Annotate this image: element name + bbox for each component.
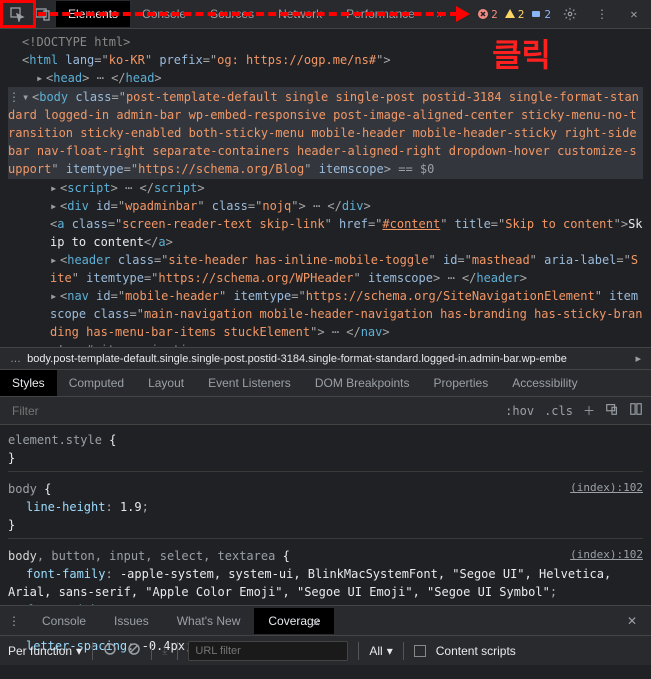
wpadminbar-node[interactable]: ▸<div id="wpadminbar" class="nojq"> ⋯ </… bbox=[8, 197, 643, 215]
divider bbox=[358, 642, 359, 660]
coverage-type-select[interactable]: Per function ▾ bbox=[8, 644, 82, 658]
info-count: 2 bbox=[544, 8, 551, 21]
error-count: 2 bbox=[491, 8, 498, 21]
source-link-1[interactable]: (index):102 bbox=[570, 480, 643, 497]
close-devtools-icon[interactable]: ✕ bbox=[621, 1, 647, 27]
header-node[interactable]: ▸<header class="site-header has-inline-m… bbox=[8, 251, 643, 287]
subtab-styles[interactable]: Styles bbox=[0, 370, 57, 396]
content-scripts-checkbox[interactable] bbox=[414, 645, 426, 657]
drawer-tab-console[interactable]: Console bbox=[28, 608, 100, 634]
content-scripts-label: Content scripts bbox=[436, 644, 516, 658]
subtab-computed[interactable]: Computed bbox=[57, 370, 136, 396]
device-responsive-icon[interactable] bbox=[605, 402, 619, 419]
subtab-event-listeners[interactable]: Event Listeners bbox=[196, 370, 303, 396]
drawer-kebab-icon[interactable]: ⋮ bbox=[0, 614, 28, 628]
body-node-selected[interactable]: ⋮▾<body class="post-template-default sin… bbox=[8, 87, 643, 179]
coverage-filter-select[interactable]: All ▾ bbox=[369, 644, 392, 658]
styles-panel[interactable]: element.style { } (index):102 body { lin… bbox=[0, 425, 651, 605]
divider bbox=[177, 642, 178, 660]
cls-toggle[interactable]: .cls bbox=[544, 404, 573, 418]
subtab-dom-breakpoints[interactable]: DOM Breakpoints bbox=[303, 370, 422, 396]
coverage-tab-close-icon[interactable]: × bbox=[312, 614, 320, 630]
drawer-tabs: ⋮ Console Issues What's New Coverage × ✕ bbox=[0, 605, 651, 635]
element-style-rule[interactable]: element.style { } bbox=[8, 431, 643, 472]
coverage-url-filter[interactable] bbox=[188, 641, 348, 661]
clear-icon[interactable] bbox=[127, 642, 141, 659]
chevron-down-icon: ▾ bbox=[387, 644, 393, 658]
styles-subtabs: Styles Computed Layout Event Listeners D… bbox=[0, 369, 651, 397]
drawer-tab-issues[interactable]: Issues bbox=[100, 608, 163, 634]
subtab-layout[interactable]: Layout bbox=[136, 370, 196, 396]
hov-toggle[interactable]: :hov bbox=[505, 404, 534, 418]
breadcrumb-scroll-right[interactable]: ▸ bbox=[635, 352, 641, 365]
drawer-close-icon[interactable]: ✕ bbox=[627, 614, 641, 628]
drawer-tab-coverage[interactable]: Coverage bbox=[254, 608, 334, 634]
styles-filter-input[interactable] bbox=[8, 400, 493, 422]
kebab-menu-icon[interactable]: ⋮ bbox=[589, 1, 615, 27]
annotation-click-label: 클릭 bbox=[492, 30, 551, 76]
divider bbox=[403, 642, 404, 660]
annotation-arrow bbox=[38, 12, 458, 16]
styles-filter-bar: :hov .cls ＋ bbox=[0, 397, 651, 425]
settings-icon[interactable] bbox=[557, 1, 583, 27]
chevron-down-icon: ▾ bbox=[76, 644, 82, 658]
export-icon[interactable]: ⤓ bbox=[162, 643, 167, 658]
divider bbox=[151, 642, 152, 660]
subtab-properties[interactable]: Properties bbox=[422, 370, 501, 396]
doctype-node[interactable]: <!DOCTYPE html> bbox=[22, 35, 130, 49]
error-badge[interactable]: 2 bbox=[477, 8, 498, 21]
annotation-highlight-box bbox=[0, 0, 36, 28]
info-badge[interactable]: 2 bbox=[530, 8, 551, 21]
elements-panel[interactable]: <!DOCTYPE html> <html lang="ko-KR" prefi… bbox=[0, 29, 651, 347]
script-node[interactable]: ▸<script> ⋯ </script> bbox=[8, 179, 643, 197]
breadcrumb-ellipsis[interactable]: … bbox=[10, 353, 21, 365]
warning-badge[interactable]: 2 bbox=[504, 8, 525, 21]
subtab-accessibility[interactable]: Accessibility bbox=[500, 370, 589, 396]
drawer-tab-whatsnew[interactable]: What's New bbox=[163, 608, 255, 634]
divider bbox=[92, 642, 93, 660]
warning-count: 2 bbox=[518, 8, 525, 21]
body-rule[interactable]: (index):102 body { line-height: 1.9; } bbox=[8, 480, 643, 539]
skip-link-node[interactable]: <a class="screen-reader-text skip-link" … bbox=[8, 215, 643, 251]
new-style-rule-icon[interactable]: ＋ bbox=[583, 402, 595, 419]
breadcrumb-body[interactable]: body.post-template-default.single.single… bbox=[27, 353, 567, 365]
computed-panel-icon[interactable] bbox=[629, 402, 643, 419]
nav-node[interactable]: ▸<nav id="mobile-header" itemtype="https… bbox=[8, 287, 643, 341]
source-link-2[interactable]: (index):102 bbox=[570, 547, 643, 564]
record-icon[interactable] bbox=[103, 642, 117, 659]
dom-breadcrumb[interactable]: … body.post-template-default.single.sing… bbox=[0, 347, 651, 369]
